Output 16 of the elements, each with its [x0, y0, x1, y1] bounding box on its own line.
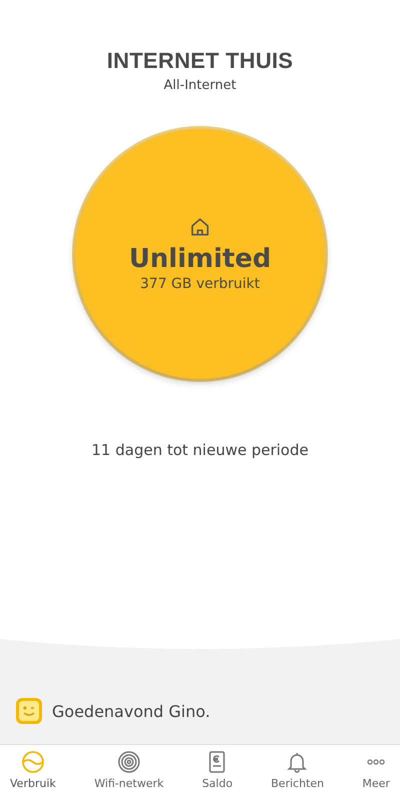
home-icon — [189, 216, 211, 238]
nav-tab[interactable]: Wifi-netwerk — [88, 745, 170, 800]
nav-tab[interactable]: Meer — [356, 745, 396, 800]
page-subtitle: All-Internet — [164, 78, 236, 93]
period-text: 11 dagen tot nieuwe periode — [92, 441, 308, 459]
nav-tab[interactable]: Berichten — [265, 745, 330, 800]
nav-tab[interactable]: Verbruik — [4, 745, 62, 800]
bell-icon — [285, 750, 310, 774]
nav-tab[interactable]: Saldo — [196, 745, 239, 800]
radar-icon — [116, 750, 141, 774]
usage-reading: 377 GB verbruikt — [140, 276, 260, 292]
smiley-icon — [16, 698, 42, 724]
page-title: INTERNET THUIS — [106, 48, 294, 74]
wave-circle-icon — [20, 750, 45, 774]
greeting-text: Goedenavond Gino. — [52, 702, 210, 720]
usage-label: Unlimited — [128, 244, 272, 274]
